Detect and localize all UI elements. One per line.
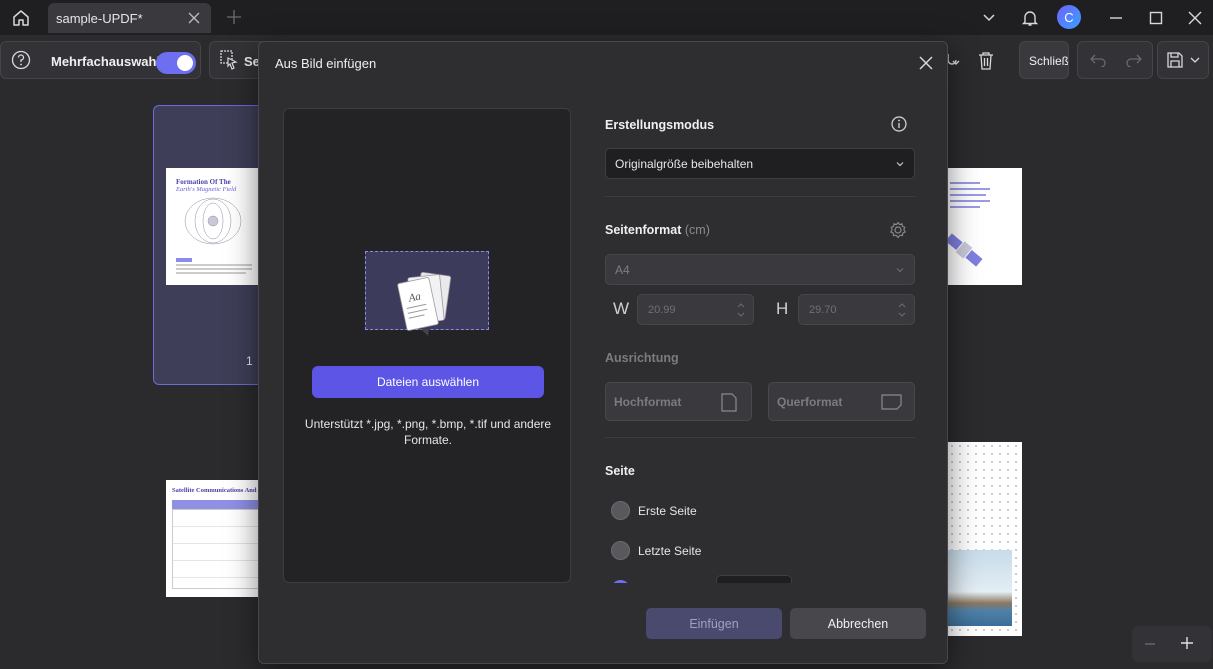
creation-mode-select[interactable]: Originalgröße beibehalten <box>605 148 915 179</box>
landscape-page-icon <box>881 394 902 410</box>
last-page-label: Letzte Seite <box>638 543 702 558</box>
orientation-heading: Ausrichtung <box>605 351 679 365</box>
first-page-option[interactable]: Erste Seite <box>611 501 697 520</box>
page-1-title: Formation Of The <box>176 178 231 186</box>
page-position-radio[interactable] <box>611 580 630 583</box>
height-value: 29.70 <box>809 303 837 316</box>
width-label: W <box>613 299 630 318</box>
avatar-letter: C <box>1064 9 1074 25</box>
undo-icon[interactable] <box>1090 53 1106 67</box>
choose-files-button[interactable]: Dateien auswählen <box>312 366 544 398</box>
new-tab-icon[interactable] <box>226 9 242 25</box>
page-format-unit: (cm) <box>684 223 710 237</box>
save-icon[interactable] <box>1166 51 1184 69</box>
page-position-select[interactable] <box>716 575 792 583</box>
page-format-select[interactable]: A4 <box>605 254 915 285</box>
insert-button[interactable]: Einfügen <box>646 608 782 639</box>
stepper-arrows-icon[interactable] <box>737 301 745 319</box>
height-input[interactable]: 29.70 <box>798 294 915 325</box>
insert-from-image-dialog: Aus Bild einfügen Aa Dateien auswählen U… <box>258 41 948 664</box>
chevron-down-icon[interactable] <box>977 6 1001 30</box>
height-label: H <box>776 299 789 318</box>
first-page-radio[interactable] <box>611 501 630 520</box>
close-tab-icon[interactable] <box>187 11 201 25</box>
portrait-button[interactable]: Hochformat <box>605 382 752 421</box>
width-value: 20.99 <box>648 303 676 316</box>
page-3-title: Satellite Communications And A <box>172 487 263 494</box>
avatar[interactable]: C <box>1057 5 1081 29</box>
portrait-label: Hochformat <box>614 394 682 409</box>
supported-formats-text: Unterstützt *.jpg, *.png, *.bmp, *.tif u… <box>304 417 552 447</box>
close-window-icon[interactable] <box>1183 6 1207 30</box>
page-thumbnail-4[interactable] <box>940 442 1022 636</box>
page-thumbnail-1[interactable]: Formation Of The Earth's Magnetic Field <box>166 168 260 285</box>
page-thumbnail-3[interactable]: Satellite Communications And A <box>166 480 263 597</box>
last-page-option[interactable]: Letzte Seite <box>611 541 701 560</box>
multiselect-label: Mehrfachauswahl <box>51 54 161 69</box>
maximize-icon[interactable] <box>1144 6 1168 30</box>
home-icon[interactable] <box>8 5 34 31</box>
creation-mode-value: Originalgröße beibehalten <box>615 156 754 171</box>
portrait-page-icon <box>721 393 737 412</box>
page-number: 1 <box>246 354 253 368</box>
zoom-out-icon[interactable] <box>1144 638 1156 650</box>
documents-icon: Aa <box>397 271 452 336</box>
chevron-down-icon <box>896 268 904 273</box>
image-drop-panel: Aa Dateien auswählen Unterstützt *.jpg, … <box>283 108 571 583</box>
bell-icon[interactable] <box>1018 6 1042 30</box>
gear-icon[interactable] <box>889 221 907 239</box>
landscape-button[interactable]: Querformat <box>768 382 915 421</box>
zoom-controls <box>1132 626 1212 662</box>
tab-title: sample-UPDF* <box>56 10 143 26</box>
info-icon[interactable] <box>891 116 907 132</box>
first-page-label: Erste Seite <box>638 503 697 518</box>
multiselect-toggle[interactable] <box>156 52 196 74</box>
divider <box>605 437 915 438</box>
help-icon[interactable] <box>11 50 31 70</box>
rotate-icon[interactable] <box>946 52 960 68</box>
divider <box>605 196 915 197</box>
minimize-icon[interactable] <box>1104 6 1128 30</box>
save-group[interactable] <box>1157 41 1209 79</box>
redo-icon[interactable] <box>1126 53 1142 67</box>
drop-area[interactable]: Aa <box>365 251 489 336</box>
cancel-button[interactable]: Abbrechen <box>790 608 926 639</box>
undo-redo-group <box>1077 41 1153 79</box>
close-page-mode-button[interactable]: Schließ <box>1019 41 1069 79</box>
landscape-label: Querformat <box>777 394 843 409</box>
stepper-arrows-icon[interactable] <box>898 301 906 319</box>
width-input[interactable]: 20.99 <box>637 294 754 325</box>
zoom-in-icon[interactable] <box>1180 636 1194 650</box>
document-tab[interactable]: sample-UPDF* <box>48 3 211 33</box>
close-page-mode-label: Schließ <box>1029 54 1069 68</box>
page-thumbnail-2[interactable] <box>940 168 1022 285</box>
close-icon[interactable] <box>917 54 935 72</box>
title-bar: sample-UPDF* C <box>0 0 1213 35</box>
chevron-down-icon[interactable] <box>1190 56 1200 64</box>
page-format-value: A4 <box>615 262 630 277</box>
magnetic-field-figure <box>184 197 242 245</box>
landscape-photo <box>946 550 1012 626</box>
settings-panel: Erstellungsmodus Originalgröße beibehalt… <box>605 108 915 583</box>
dialog-title: Aus Bild einfügen <box>275 56 377 71</box>
trash-icon[interactable] <box>977 51 995 71</box>
last-page-radio[interactable] <box>611 541 630 560</box>
page-format-heading: Seitenformat (cm) <box>605 223 710 237</box>
chevron-down-icon <box>896 162 904 167</box>
creation-mode-heading: Erstellungsmodus <box>605 118 715 132</box>
page-format-heading-text: Seitenformat <box>605 223 682 237</box>
satellite-icon <box>945 233 983 267</box>
select-cursor-icon <box>220 50 238 70</box>
page-heading: Seite <box>605 464 635 478</box>
page-1-subtitle: Earth's Magnetic Field <box>176 186 237 193</box>
